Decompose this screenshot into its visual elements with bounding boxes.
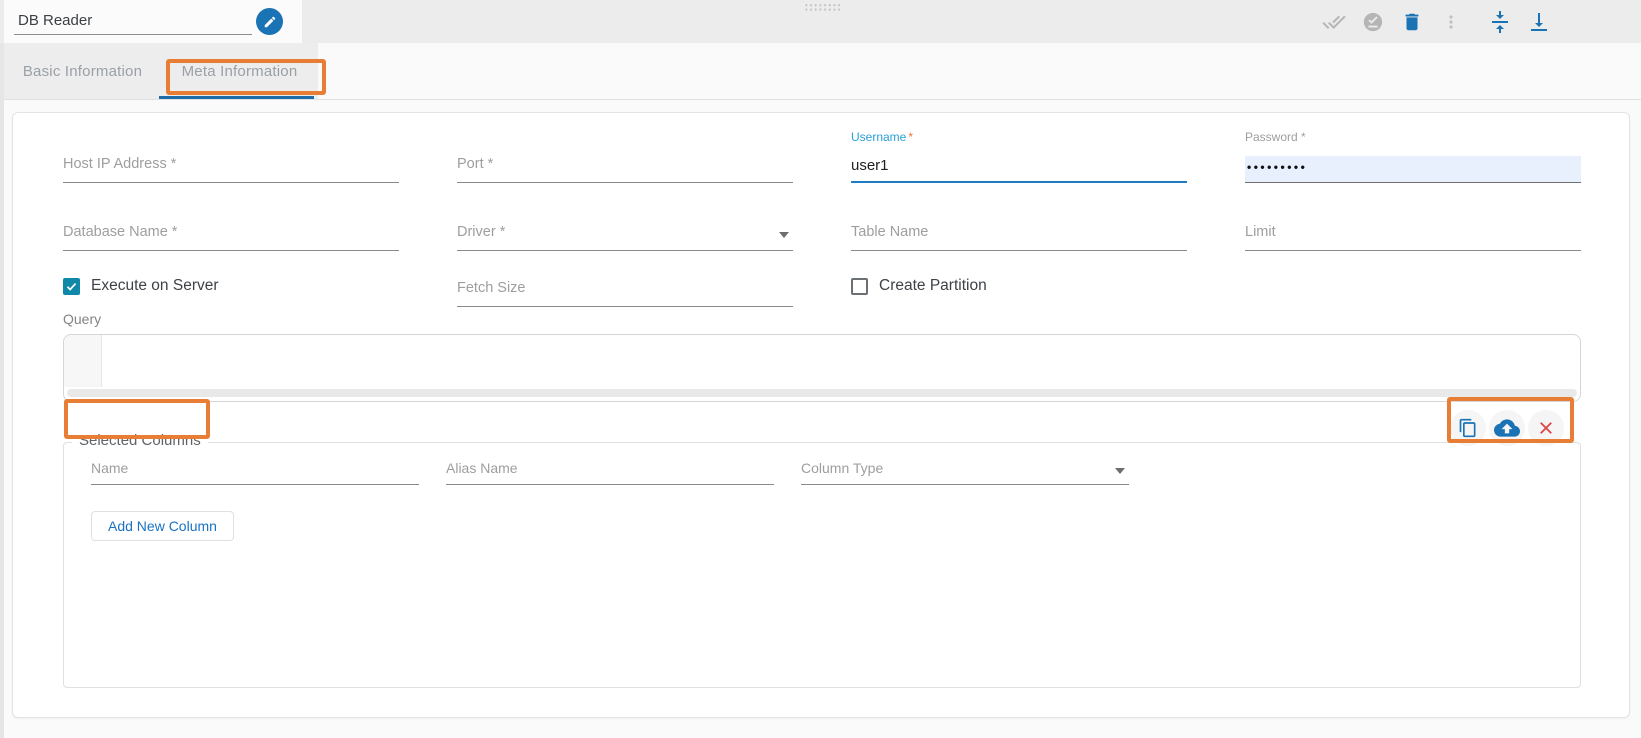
tab-bar: Basic Information Meta Information <box>0 43 1641 100</box>
active-tab-indicator <box>159 96 314 99</box>
delete-icon[interactable] <box>1400 10 1424 34</box>
alias-name-placeholder: Alias Name <box>446 460 518 476</box>
meta-information-panel: Host IP Address * Port * Username* user1… <box>12 112 1630 718</box>
close-icon[interactable] <box>1528 410 1564 446</box>
database-name-field[interactable]: Database Name * <box>63 197 399 251</box>
create-partition-checkbox[interactable] <box>851 278 868 295</box>
chevron-down-icon[interactable] <box>1115 468 1125 474</box>
username-value: user1 <box>851 157 889 174</box>
password-field[interactable]: Password * ••••••••• <box>1245 129 1581 183</box>
column-type-select[interactable]: Column Type <box>801 449 1129 485</box>
selected-columns-fieldset: Selected Columns Name Alias Name <box>63 442 1581 688</box>
connection-form: Host IP Address * Port * Username* user1… <box>13 113 1629 307</box>
host-ip-field[interactable]: Host IP Address * <box>63 129 399 183</box>
query-section: Query <box>63 311 1581 402</box>
host-ip-placeholder: Host IP Address * <box>63 156 176 172</box>
cloud-upload-icon[interactable] <box>1489 410 1525 446</box>
alias-name-field[interactable]: Alias Name <box>446 449 774 485</box>
limit-placeholder: Limit <box>1245 224 1276 240</box>
edit-title-button[interactable] <box>256 8 283 35</box>
password-masked-value: ••••••••• <box>1247 160 1307 174</box>
username-field[interactable]: Username* user1 <box>851 129 1187 183</box>
db-reader-config-window: Basic Information Meta Information Host … <box>0 0 1641 738</box>
column-type-placeholder: Column Type <box>801 460 883 476</box>
copy-icon[interactable] <box>1450 410 1486 446</box>
done-all-icon[interactable] <box>1322 10 1346 34</box>
tab-basic-information[interactable]: Basic Information <box>4 43 161 99</box>
column-name-field[interactable]: Name <box>91 449 419 485</box>
selected-columns-legend: Selected Columns <box>72 432 208 449</box>
fetch-size-field[interactable]: Fetch Size <box>457 265 793 307</box>
chevron-down-icon[interactable] <box>779 232 789 238</box>
vertical-align-bottom-icon[interactable] <box>1527 10 1551 34</box>
limit-field[interactable]: Limit <box>1245 197 1581 251</box>
port-placeholder: Port * <box>457 156 493 172</box>
create-partition-label: Create Partition <box>879 277 987 295</box>
create-partition-option: Create Partition <box>851 265 1187 307</box>
window-header <box>0 0 1641 43</box>
more-vert-icon[interactable] <box>1439 10 1463 34</box>
driver-select[interactable]: Driver * <box>457 197 793 251</box>
query-code-editor[interactable] <box>63 334 1581 402</box>
vertical-align-center-icon[interactable] <box>1488 10 1512 34</box>
driver-placeholder: Driver * <box>457 224 505 240</box>
execute-on-server-checkbox[interactable] <box>63 278 80 295</box>
pencil-icon <box>263 15 277 29</box>
username-label: Username* <box>851 130 913 144</box>
query-label: Query <box>63 311 1581 327</box>
tab-meta-information[interactable]: Meta Information <box>161 43 318 99</box>
header-toolbar <box>1322 10 1551 34</box>
drag-handle[interactable] <box>804 3 841 12</box>
window-left-edge <box>0 43 4 738</box>
column-definition-row: Name Alias Name Column Type <box>64 443 1580 485</box>
column-name-placeholder: Name <box>91 460 128 476</box>
tabs-strip: Basic Information Meta Information <box>4 43 318 99</box>
database-name-placeholder: Database Name * <box>63 224 177 240</box>
table-name-field[interactable]: Table Name <box>851 197 1187 251</box>
table-name-placeholder: Table Name <box>851 224 928 240</box>
add-new-column-button[interactable]: Add New Column <box>91 511 234 541</box>
pin-check-icon[interactable] <box>1361 10 1385 34</box>
node-title-container <box>4 0 302 43</box>
password-label: Password * <box>1245 130 1306 144</box>
editor-horizontal-scrollbar[interactable] <box>67 389 1577 397</box>
required-star: * <box>908 130 913 144</box>
node-title-input[interactable] <box>14 7 252 35</box>
selected-columns-actions <box>1450 410 1564 446</box>
execute-on-server-label: Execute on Server <box>91 277 219 295</box>
execute-on-server-option: Execute on Server <box>63 265 399 307</box>
port-field[interactable]: Port * <box>457 129 793 183</box>
editor-gutter <box>64 335 102 387</box>
fetch-size-placeholder: Fetch Size <box>457 280 526 296</box>
